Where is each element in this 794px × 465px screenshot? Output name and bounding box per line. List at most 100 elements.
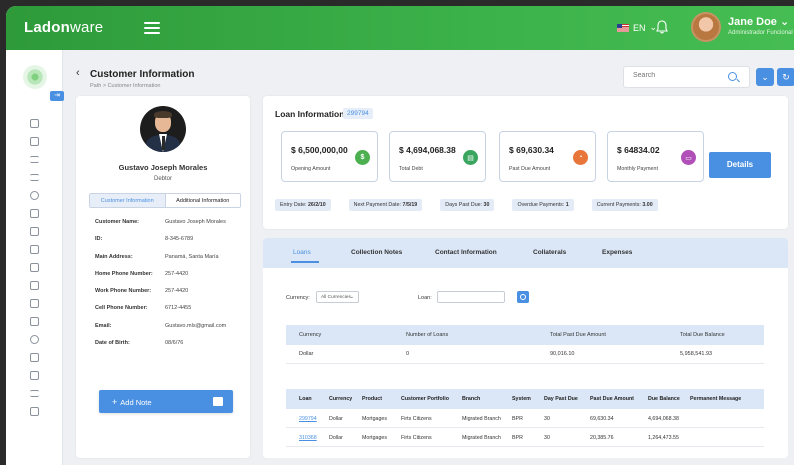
flag-icon [617, 23, 629, 32]
detail-row: Date of Birth: 08/6/76 [95, 340, 184, 347]
page-title: Customer Information [90, 69, 195, 80]
loan-info-title: Loan Information: [275, 109, 348, 119]
sidebar-item-database[interactable] [6, 330, 63, 348]
tab-collection-notes[interactable]: Collection Notes [351, 249, 402, 256]
sidebar-item-home[interactable] [6, 258, 63, 276]
tab-customer-information[interactable]: Customer Information [90, 194, 165, 207]
loans-tabbar: Loans Collection Notes Contact Informati… [263, 238, 788, 268]
tab-contact-information[interactable]: Contact Information [435, 249, 497, 256]
sidebar-expand-icon[interactable]: ⇥ [50, 91, 64, 101]
app-window: Ladonware EN ⌄ Jane Doe ⌄ Administrador … [6, 6, 794, 465]
sidebar-item-chart[interactable] [6, 384, 63, 402]
customer-photo [140, 106, 186, 152]
stat-monthly-payment: $ 64834.02 Monthly Payment ▭ [607, 131, 704, 182]
stat-past-due-amount: $ 69,630.34 Past Due Amount ◔ [499, 131, 596, 182]
file-icon [30, 352, 39, 362]
search-icon[interactable] [728, 72, 737, 81]
tab-loans[interactable]: Loans [291, 249, 319, 263]
sidebar-item-bank[interactable] [6, 222, 63, 240]
customer-name: Gustavo Joseph Morales [118, 163, 208, 172]
chip-next-payment-date: Next Payment Date: 7/5/19 [348, 199, 423, 211]
loans-table: Loan Currency Product Customer Portfolio… [286, 389, 764, 447]
loan-label: Loan: [418, 295, 432, 301]
detail-row: Cell Phone Number: 6712-4455 [95, 305, 192, 312]
database-icon [30, 334, 39, 344]
lines-icon [30, 173, 39, 181]
loan-id-badge: 299794 [343, 108, 373, 119]
pie-icon: ◔ [573, 150, 588, 165]
app-logo[interactable]: Ladonware [24, 19, 103, 36]
customer-profile-card: Gustavo Joseph Morales Debtor Customer I… [76, 96, 250, 458]
loan-link[interactable]: 310368 [299, 435, 317, 441]
stat-total-debt: $ 4,694,068.38 Total Debt ▤ [389, 131, 486, 182]
bell-icon[interactable] [656, 20, 668, 34]
card-icon: ▭ [681, 150, 696, 165]
tablet-icon [30, 316, 39, 326]
refresh-icon: ↻ [782, 72, 790, 82]
tab-expenses[interactable]: Expenses [602, 249, 632, 256]
menu-icon[interactable] [144, 22, 160, 34]
sidebar-item-tablet[interactable] [6, 312, 63, 330]
detail-row: Home Phone Number: 257-4420 [95, 270, 189, 277]
add-note-button[interactable]: + Add Note [99, 390, 233, 413]
sidebar-item-panel[interactable] [6, 204, 63, 222]
table-row: 299794 Dollar Mortgages Firts Citizens M… [286, 409, 764, 428]
details-button[interactable]: Details [709, 152, 771, 178]
detail-row: Email: Gustavo.mls@gmail.com [95, 322, 227, 329]
sidebar-item-file[interactable] [6, 348, 63, 366]
bar-chart-icon [30, 389, 39, 397]
table-row: Dollar 0 90,016.10 5,958,541.93 [286, 345, 764, 364]
sidebar-item-list[interactable] [6, 150, 63, 168]
search-box [623, 66, 750, 88]
loans-table-header: Loan Currency Product Customer Portfolio… [286, 389, 764, 409]
refresh-button[interactable]: ↻ [777, 68, 794, 86]
sidebar-item-folder[interactable] [6, 294, 63, 312]
chevron-down-icon: ⌄ [761, 72, 769, 82]
checklist-icon [30, 136, 39, 146]
sidebar-item-clipboard[interactable] [6, 276, 63, 294]
user-role: Administrador Funcional [728, 30, 793, 36]
detail-row: Customer Name: Gustavo Joseph Morales [95, 219, 226, 225]
summary-header: Currency Number of Loans Total Past Due … [286, 325, 764, 345]
brand-logo-icon [23, 65, 47, 89]
loan-link[interactable]: 299794 [299, 416, 317, 422]
customer-role: Debtor [153, 176, 172, 182]
expand-button[interactable]: ⌄ [756, 68, 774, 86]
box-icon [30, 190, 39, 200]
search-loan-button[interactable] [517, 291, 529, 303]
user-avatar[interactable] [691, 12, 721, 42]
document-icon: ▤ [463, 150, 478, 165]
desktop-icon [30, 406, 39, 416]
clipboard-icon [30, 280, 39, 290]
language-selector[interactable]: EN ⌄ [617, 22, 657, 33]
detail-row: ID: 8-345-6789 [95, 236, 194, 243]
sidebar: ⇥ [6, 50, 64, 465]
monitor-icon [30, 118, 39, 128]
top-bar: Ladonware EN ⌄ Jane Doe ⌄ Administrador … [6, 6, 794, 50]
user-name[interactable]: Jane Doe ⌄ [728, 15, 789, 28]
search-input[interactable] [633, 72, 723, 79]
loan-input[interactable] [437, 291, 505, 303]
home-icon [30, 262, 39, 272]
tab-collaterals[interactable]: Collaterals [533, 249, 566, 256]
currency-label: Currency: [286, 295, 310, 301]
back-arrow-icon[interactable]: ‹ [76, 67, 80, 79]
loan-information-card: Loan Information: 299794 $ 6,500,000,00 … [263, 96, 788, 229]
detail-row: Work Phone Number: 257-4420 [95, 288, 189, 295]
breadcrumb[interactable]: Path > Customer Information [90, 83, 160, 89]
currency-select[interactable]: All Currencies ⌄ [316, 291, 359, 303]
tab-additional-information[interactable]: Additional Information [164, 194, 241, 207]
sidebar-item-menu[interactable] [6, 168, 63, 186]
chip-entry-date: Entry Date: 26/2/10 [275, 199, 331, 211]
dollar-icon: $ [355, 150, 370, 165]
loan-summary-chips: Entry Date: 26/2/10 Next Payment Date: 7… [275, 199, 658, 211]
chevron-down-icon: ⌄ [349, 294, 354, 300]
sidebar-item-report[interactable] [6, 366, 63, 384]
sidebar-item-monitor[interactable] [6, 114, 63, 132]
detail-row: Main Address: Panamá, Santa María [95, 253, 219, 260]
sidebar-item-desktop[interactable] [6, 402, 63, 420]
sidebar-item-card[interactable] [6, 240, 63, 258]
sidebar-item-box[interactable] [6, 186, 63, 204]
sidebar-item-checklist[interactable] [6, 132, 63, 150]
profile-tabs: Customer Information Additional Informat… [89, 193, 241, 208]
